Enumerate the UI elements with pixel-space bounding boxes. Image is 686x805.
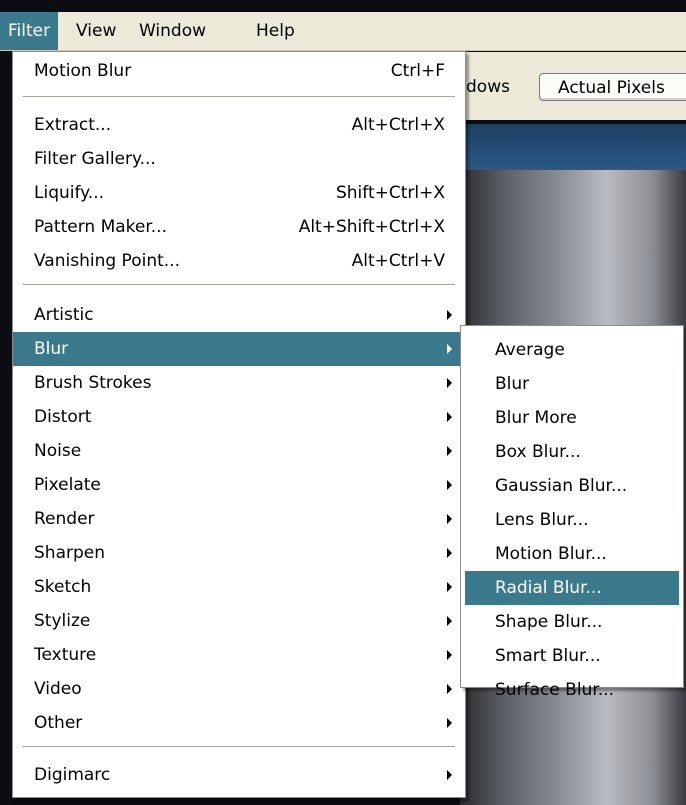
menu-item-shortcut: Shift+Ctrl+X	[335, 183, 445, 203]
menu-item-filter-gallery[interactable]: Filter Gallery...	[13, 142, 465, 176]
blur-submenu: Average Blur Blur More Box Blur... Gauss…	[460, 325, 684, 700]
menu-item-pixelate[interactable]: Pixelate	[13, 468, 465, 502]
submenu-item-label: Smart Blur...	[495, 646, 601, 666]
menu-item-brush-strokes[interactable]: Brush Strokes	[13, 366, 465, 400]
submenu-item-label: Shape Blur...	[495, 612, 603, 632]
menu-item-sketch[interactable]: Sketch	[13, 570, 465, 604]
menu-separator	[23, 746, 455, 748]
menu-item-digimarc[interactable]: Digimarc	[13, 758, 465, 792]
submenu-item-gaussian-blur[interactable]: Gaussian Blur...	[465, 469, 679, 503]
menu-item-label: Digimarc	[34, 765, 111, 785]
menu-separator	[23, 284, 455, 286]
menu-item-label: Render	[34, 509, 95, 529]
menu-item-blur[interactable]: Blur	[13, 332, 465, 366]
menu-item-sharpen[interactable]: Sharpen	[13, 536, 465, 570]
menu-item-label: Noise	[34, 441, 82, 461]
menu-item-label: Blur	[34, 339, 69, 359]
menu-item-artistic[interactable]: Artistic	[13, 298, 465, 332]
menu-help[interactable]: Help	[248, 12, 303, 50]
menu-item-label: Brush Strokes	[34, 373, 152, 393]
submenu-item-average[interactable]: Average	[465, 333, 679, 367]
menu-separator	[23, 96, 455, 98]
menu-item-shortcut: Alt+Shift+Ctrl+X	[298, 217, 445, 237]
menu-item-stylize[interactable]: Stylize	[13, 604, 465, 638]
menu-item-label: Stylize	[34, 611, 91, 631]
submenu-arrow-icon	[447, 548, 452, 558]
menu-item-shortcut: Alt+Ctrl+X	[351, 115, 445, 135]
submenu-item-lens-blur[interactable]: Lens Blur...	[465, 503, 679, 537]
actual-pixels-button[interactable]: Actual Pixels	[539, 73, 686, 101]
menu-item-label: Extract...	[34, 115, 112, 135]
submenu-arrow-icon	[447, 684, 452, 694]
menu-item-liquify[interactable]: Liquify... Shift+Ctrl+X	[13, 176, 465, 210]
document-title-bar	[460, 124, 686, 170]
submenu-item-label: Box Blur...	[495, 442, 581, 462]
submenu-arrow-icon	[447, 446, 452, 456]
menu-item-texture[interactable]: Texture	[13, 638, 465, 672]
submenu-item-smart-blur[interactable]: Smart Blur...	[465, 639, 679, 673]
menu-item-pattern-maker[interactable]: Pattern Maker... Alt+Shift+Ctrl+X	[13, 210, 465, 244]
submenu-arrow-icon	[447, 582, 452, 592]
menu-item-label: Pixelate	[34, 475, 101, 495]
menu-item-render[interactable]: Render	[13, 502, 465, 536]
menu-item-last-filter[interactable]: Motion Blur Ctrl+F	[13, 54, 465, 88]
submenu-item-label: Lens Blur...	[495, 510, 589, 530]
submenu-item-label: Motion Blur...	[495, 544, 607, 564]
submenu-arrow-icon	[447, 718, 452, 728]
menu-window[interactable]: Window	[131, 12, 214, 50]
fit-windows-label: dows	[466, 77, 510, 97]
submenu-item-label: Average	[495, 340, 565, 360]
menu-item-label: Video	[34, 679, 82, 699]
submenu-item-shape-blur[interactable]: Shape Blur...	[465, 605, 679, 639]
menu-item-label: Sharpen	[34, 543, 105, 563]
menu-item-label: Texture	[34, 645, 97, 665]
submenu-item-label: Blur	[495, 374, 530, 394]
menu-item-label: Liquify...	[34, 183, 105, 203]
menu-item-vanishing-point[interactable]: Vanishing Point... Alt+Ctrl+V	[13, 244, 465, 278]
menu-item-shortcut: Alt+Ctrl+V	[351, 251, 445, 271]
submenu-item-surface-blur[interactable]: Surface Blur...	[465, 673, 679, 707]
submenu-arrow-icon	[447, 514, 452, 524]
menu-item-label: Other	[34, 713, 83, 733]
submenu-item-label: Gaussian Blur...	[495, 476, 628, 496]
menu-item-label: Motion Blur	[34, 61, 132, 81]
menu-item-label: Filter Gallery...	[34, 149, 156, 169]
submenu-item-label: Surface Blur...	[495, 680, 614, 700]
submenu-item-blur-more[interactable]: Blur More	[465, 401, 679, 435]
menu-filter[interactable]: Filter	[0, 12, 59, 50]
submenu-item-label: Blur More	[495, 408, 577, 428]
submenu-arrow-icon	[447, 378, 452, 388]
submenu-arrow-icon	[447, 480, 452, 490]
submenu-item-motion-blur[interactable]: Motion Blur...	[465, 537, 679, 571]
menu-item-other[interactable]: Other	[13, 706, 465, 740]
menu-item-shortcut: Ctrl+F	[390, 61, 445, 81]
submenu-arrow-icon	[447, 344, 452, 354]
submenu-arrow-icon	[447, 616, 452, 626]
menu-item-label: Vanishing Point...	[34, 251, 180, 271]
menu-item-label: Distort	[34, 407, 92, 427]
submenu-arrow-icon	[447, 412, 452, 422]
menu-item-label: Artistic	[34, 305, 94, 325]
menu-item-noise[interactable]: Noise	[13, 434, 465, 468]
submenu-arrow-icon	[447, 310, 452, 320]
menu-item-distort[interactable]: Distort	[13, 400, 465, 434]
submenu-item-radial-blur[interactable]: Radial Blur...	[465, 571, 679, 605]
submenu-item-box-blur[interactable]: Box Blur...	[465, 435, 679, 469]
menu-view[interactable]: View	[68, 12, 124, 50]
menu-bar: Filter View Window Help	[0, 12, 686, 51]
menu-item-extract[interactable]: Extract... Alt+Ctrl+X	[13, 108, 465, 142]
submenu-item-label: Radial Blur...	[495, 578, 602, 598]
menu-item-video[interactable]: Video	[13, 672, 465, 706]
menu-item-label: Pattern Maker...	[34, 217, 167, 237]
menu-item-label: Sketch	[34, 577, 92, 597]
filter-menu: Motion Blur Ctrl+F Extract... Alt+Ctrl+X…	[12, 51, 466, 798]
submenu-item-blur[interactable]: Blur	[465, 367, 679, 401]
submenu-arrow-icon	[447, 770, 452, 780]
submenu-arrow-icon	[447, 650, 452, 660]
